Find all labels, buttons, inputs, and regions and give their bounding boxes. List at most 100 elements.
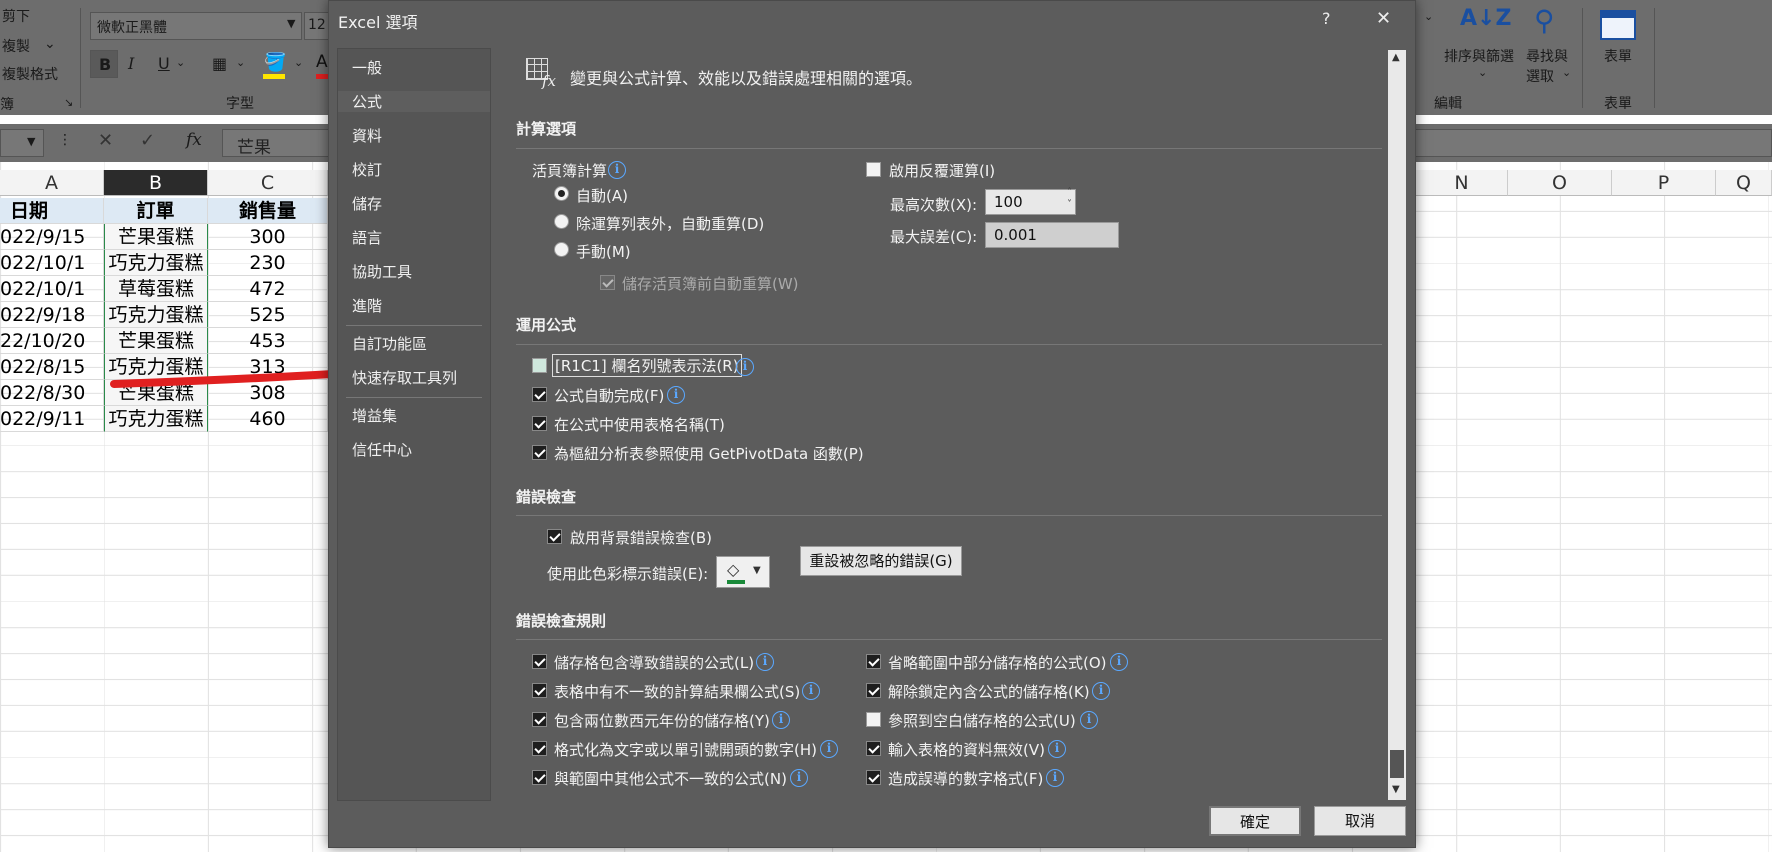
form-button[interactable]: 表單 [1604,46,1632,66]
table-names-checkbox[interactable] [532,416,547,431]
info-icon[interactable]: i [1080,711,1098,729]
underline-dropdown-icon[interactable]: ⌄ [176,56,185,69]
table-cell[interactable]: 巧克力蛋糕 [104,406,208,432]
rule-checkbox[interactable] [532,683,547,698]
underline-button[interactable]: U [158,54,170,73]
find-select-button-line2[interactable]: 選取 [1526,66,1554,86]
column-header[interactable]: Q [1716,170,1772,196]
info-icon[interactable]: i [736,358,754,376]
column-header[interactable]: P [1612,170,1716,196]
close-button[interactable]: ✕ [1376,8,1391,29]
column-header[interactable]: O [1508,170,1612,196]
table-cell[interactable]: 022/9/18 [0,302,104,328]
table-header-cell[interactable]: 銷售量 [208,198,328,224]
table-cell[interactable]: 巧克力蛋糕 [104,250,208,276]
table-header-cell[interactable]: 訂單 [104,198,208,224]
insert-function-icon[interactable]: fx [186,130,202,150]
table-cell[interactable]: 022/10/1 [0,276,104,302]
rule-checkbox[interactable] [866,770,881,785]
formula-autocomplete-checkbox[interactable] [532,387,547,402]
enter-icon[interactable]: ✓ [140,130,155,151]
table-cell[interactable]: 460 [208,406,328,432]
info-icon[interactable]: i [802,682,820,700]
info-icon[interactable]: i [1046,769,1064,787]
rule-checkbox[interactable] [532,770,547,785]
table-cell[interactable]: 525 [208,302,328,328]
nav-item-save[interactable]: 儲存 [352,193,382,214]
getpivotdata-checkbox[interactable] [532,445,547,460]
cancel-button[interactable]: 取消 [1314,806,1406,836]
calc-auto-except-tables-radio[interactable] [554,214,569,229]
border-icon[interactable]: ▦ [212,54,227,73]
nav-item-language[interactable]: 語言 [352,227,382,248]
table-cell[interactable]: 22/10/20 [0,328,104,354]
table-cell[interactable]: 巧克力蛋糕 [104,302,208,328]
nav-item-trust-center[interactable]: 信任中心 [352,439,412,460]
border-dropdown-icon[interactable]: ⌄ [236,56,245,69]
nav-item-data[interactable]: 資料 [352,125,382,146]
table-cell[interactable]: 300 [208,224,328,250]
recalc-before-save-checkbox[interactable] [600,275,615,290]
nav-item-addins[interactable]: 增益集 [352,405,397,426]
info-icon[interactable]: i [1110,653,1128,671]
rule-checkbox[interactable] [532,712,547,727]
ok-button[interactable]: 確定 [1209,806,1301,836]
info-icon[interactable]: i [790,769,808,787]
rule-checkbox[interactable] [866,741,881,756]
table-cell[interactable]: 022/8/30 [0,380,104,406]
cancel-icon[interactable]: ✕ [98,130,113,151]
info-icon[interactable]: i [820,740,838,758]
info-icon[interactable]: i [772,711,790,729]
column-header[interactable]: B [104,170,208,196]
italic-button[interactable]: I [128,54,134,73]
table-cell[interactable]: 022/9/11 [0,406,104,432]
rule-checkbox[interactable] [866,654,881,669]
options-scrollbar[interactable]: ▲ ▼ [1388,50,1406,800]
font-name-select[interactable]: 微軟正黑體 ▼ [90,12,302,40]
table-cell[interactable]: 022/10/1 [0,250,104,276]
table-cell[interactable]: 230 [208,250,328,276]
rule-checkbox[interactable] [532,741,547,756]
chevron-down-icon[interactable]: ⌄ [1424,10,1433,23]
max-change-input[interactable]: 0.001 [985,222,1119,248]
column-header[interactable]: N [1416,170,1508,196]
rule-checkbox[interactable] [866,712,881,727]
rule-checkbox[interactable] [532,654,547,669]
info-icon[interactable]: i [1092,682,1110,700]
fill-color-icon[interactable]: 🪣 [264,52,286,73]
sort-filter-button[interactable]: 排序與篩選 [1444,46,1514,66]
background-error-check-checkbox[interactable] [547,529,562,544]
font-color-icon[interactable]: A [316,52,328,72]
fill-dropdown-icon[interactable]: ⌄ [294,56,303,69]
calc-auto-radio[interactable] [554,186,569,201]
help-button[interactable]: ? [1322,9,1331,28]
table-cell[interactable]: 022/9/15 [0,224,104,250]
scrollbar-thumb[interactable] [1390,750,1404,778]
info-icon[interactable]: i [667,386,685,404]
spinner-icon[interactable]: ˄ ˅ [1067,187,1072,211]
r1c1-checkbox[interactable] [532,358,547,373]
font-size-select[interactable]: 12 [304,12,330,40]
info-icon[interactable]: i [1048,740,1066,758]
table-cell[interactable]: 草莓蛋糕 [104,276,208,302]
copy-dropdown-icon[interactable]: ⌄ [44,36,56,52]
max-iterations-input[interactable]: 100 ˄ ˅ [985,187,1076,215]
dialog-launcher-icon[interactable]: ↘ [64,96,73,109]
table-cell[interactable]: 芒果蛋糕 [104,224,208,250]
nav-item-formulas[interactable]: 公式 [338,91,490,112]
nav-item-advanced[interactable]: 進階 [352,295,382,316]
nav-item-accessibility[interactable]: 協助工具 [352,261,412,282]
info-icon[interactable]: i [608,161,626,179]
name-box[interactable]: ▼ [0,129,44,157]
scroll-down-icon[interactable]: ▼ [1392,784,1400,795]
reset-ignored-errors-button[interactable]: 重設被忽略的錯誤(G) [800,546,962,576]
calc-manual-radio[interactable] [554,242,569,257]
iterative-calc-checkbox[interactable] [866,162,881,177]
nav-item-proofing[interactable]: 校訂 [352,159,382,180]
error-color-picker[interactable]: ◇ ▼ [716,556,770,588]
cut-button[interactable]: 剪下 [2,6,30,26]
column-header[interactable]: C [208,170,328,196]
find-select-button-line1[interactable]: 尋找與 [1526,46,1568,66]
table-header-cell[interactable]: 日期 [0,198,104,224]
nav-item-quick-access-toolbar[interactable]: 快速存取工具列 [352,367,457,388]
